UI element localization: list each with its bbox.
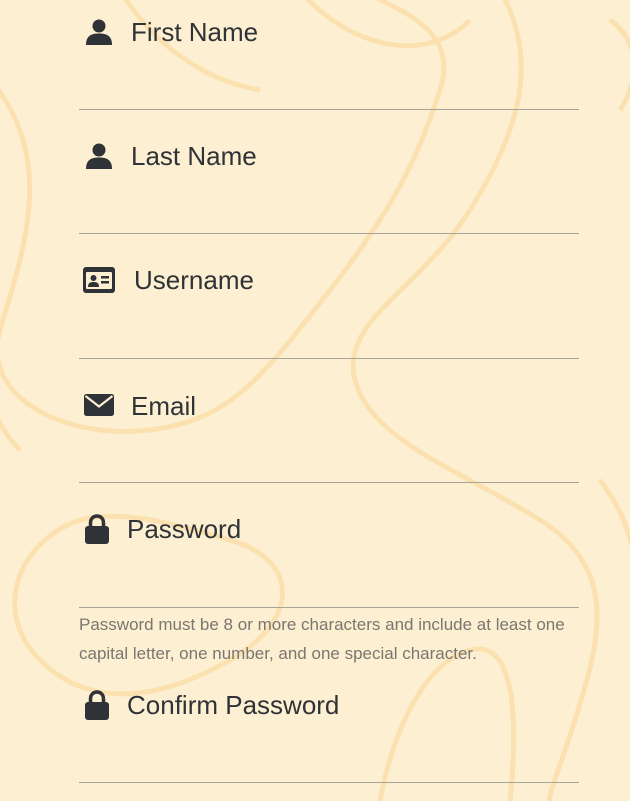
id-card-icon: [83, 264, 115, 296]
email-field[interactable]: Email: [79, 373, 583, 483]
email-input[interactable]: [79, 446, 583, 478]
first-name-input[interactable]: [79, 73, 583, 105]
password-requirements-hint: Password must be 8 or more characters an…: [79, 615, 565, 663]
password-label: Password: [127, 514, 242, 544]
last-name-label: Last Name: [131, 141, 257, 171]
last-name-field[interactable]: Last Name: [79, 124, 583, 234]
first-name-label: First Name: [131, 17, 259, 47]
user-icon: [83, 16, 115, 48]
confirm-password-input[interactable]: [79, 746, 583, 778]
lock-icon: [81, 689, 113, 721]
envelope-icon: [83, 389, 115, 421]
password-input[interactable]: [79, 571, 583, 603]
last-name-input[interactable]: [79, 197, 583, 229]
confirm-password-label: Confirm Password: [127, 690, 340, 720]
password-field[interactable]: Password: [79, 498, 583, 608]
username-input[interactable]: [79, 322, 583, 354]
confirm-password-field[interactable]: Confirm Password: [79, 673, 583, 783]
email-label: Email: [131, 391, 197, 421]
username-field[interactable]: Username: [79, 249, 583, 359]
user-icon: [83, 140, 115, 172]
lock-icon: [81, 513, 113, 545]
first-name-field[interactable]: First Name: [79, 0, 583, 110]
username-label: Username: [134, 265, 254, 295]
